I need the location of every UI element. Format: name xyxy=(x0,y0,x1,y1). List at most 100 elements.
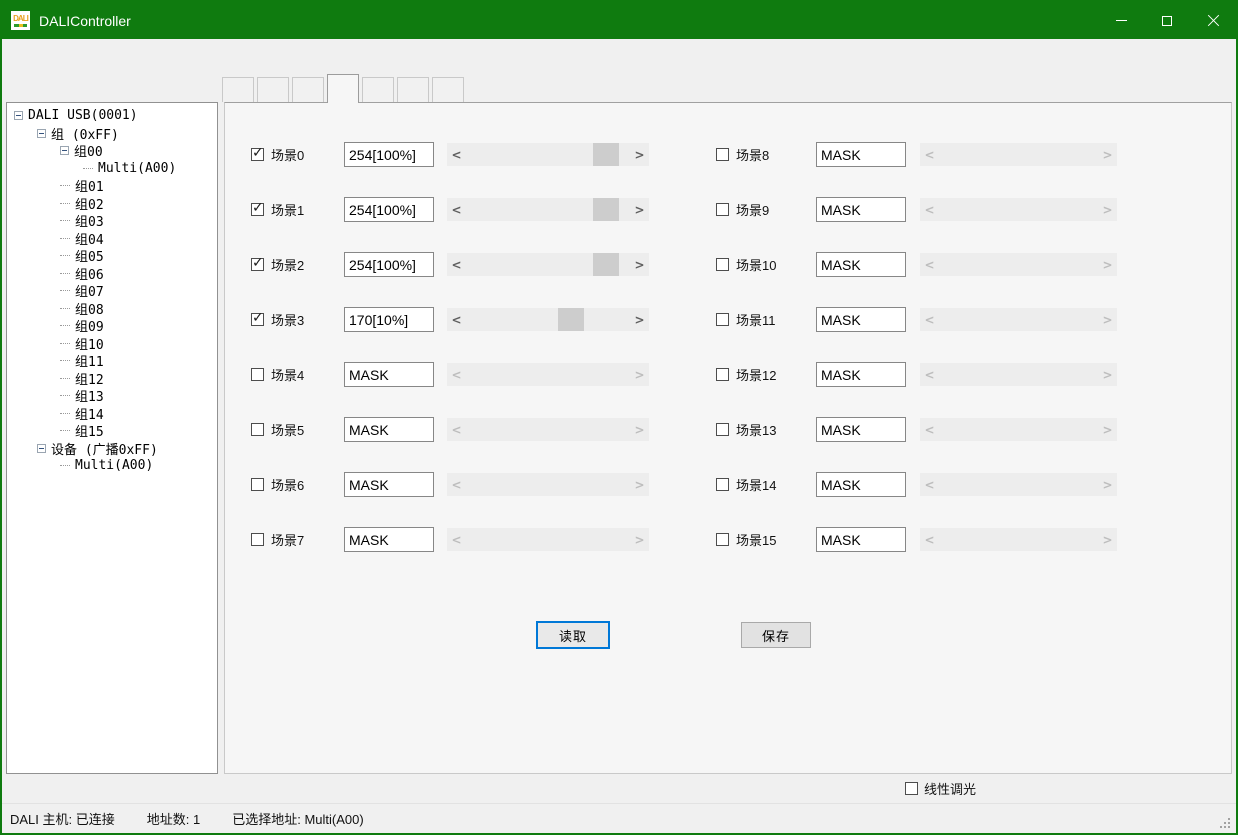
scene-value-input[interactable] xyxy=(816,307,906,332)
scene-checkbox[interactable]: ✓ xyxy=(251,478,264,491)
titlebar[interactable]: DALI DALIController xyxy=(2,2,1236,39)
tab[interactable] xyxy=(222,77,254,102)
scrollbar-track[interactable] xyxy=(939,528,1098,551)
scene-checkbox[interactable]: ✓ xyxy=(251,313,264,326)
maximize-button[interactable] xyxy=(1144,2,1190,39)
save-button[interactable]: 保存 xyxy=(741,622,811,648)
scene-value-input[interactable] xyxy=(816,362,906,387)
scene-checkbox[interactable]: ✓ xyxy=(251,533,264,546)
scroll-left-arrow-icon[interactable]: < xyxy=(447,253,466,276)
tree-item[interactable]: 组 (0xFF) xyxy=(7,125,217,143)
tab[interactable] xyxy=(327,74,359,103)
scrollbar-track[interactable] xyxy=(939,143,1098,166)
scroll-left-arrow-icon[interactable]: < xyxy=(920,143,939,166)
scroll-right-arrow-icon[interactable]: > xyxy=(1098,253,1117,276)
linear-dimming-checkbox[interactable] xyxy=(905,782,918,795)
scrollbar-thumb[interactable] xyxy=(593,198,619,221)
scene-checkbox[interactable]: ✓ xyxy=(251,203,264,216)
tab[interactable] xyxy=(397,77,429,102)
scene-level-scrollbar[interactable]: < > xyxy=(447,528,649,551)
tree-expander-icon[interactable] xyxy=(60,325,70,326)
scrollbar-track[interactable] xyxy=(466,308,630,331)
scene-checkbox[interactable]: ✓ xyxy=(716,368,729,381)
tree-item[interactable]: 组14 xyxy=(7,405,217,423)
tree-item[interactable]: 组08 xyxy=(7,300,217,318)
scene-checkbox[interactable]: ✓ xyxy=(251,423,264,436)
scroll-right-arrow-icon[interactable]: > xyxy=(630,198,649,221)
scroll-right-arrow-icon[interactable]: > xyxy=(630,418,649,441)
scroll-right-arrow-icon[interactable]: > xyxy=(1098,473,1117,496)
tree-expander-icon[interactable] xyxy=(60,430,70,431)
tree-item[interactable]: 组01 xyxy=(7,177,217,195)
scroll-left-arrow-icon[interactable]: < xyxy=(920,363,939,386)
tree-expander-icon[interactable] xyxy=(60,255,70,256)
scroll-left-arrow-icon[interactable]: < xyxy=(447,473,466,496)
scene-level-scrollbar[interactable]: < > xyxy=(447,473,649,496)
scene-level-scrollbar[interactable]: < > xyxy=(447,253,649,276)
scene-level-scrollbar[interactable]: < > xyxy=(920,253,1117,276)
tree-expander-icon[interactable] xyxy=(60,290,70,291)
tab[interactable] xyxy=(257,77,289,102)
scene-level-scrollbar[interactable]: < > xyxy=(920,473,1117,496)
scroll-left-arrow-icon[interactable]: < xyxy=(447,198,466,221)
scroll-right-arrow-icon[interactable]: > xyxy=(1098,363,1117,386)
device-tree[interactable]: DALI USB(0001) 组 (0xFF) 组00 Multi(A00) 组… xyxy=(6,102,218,774)
tree-item[interactable]: 组13 xyxy=(7,387,217,405)
tree-item[interactable]: 组02 xyxy=(7,195,217,213)
scroll-right-arrow-icon[interactable]: > xyxy=(630,473,649,496)
scene-value-input[interactable] xyxy=(344,252,434,277)
scrollbar-track[interactable] xyxy=(466,418,630,441)
tree-expander-icon[interactable] xyxy=(60,185,70,186)
scene-value-input[interactable] xyxy=(816,417,906,442)
menu-item[interactable] xyxy=(36,39,66,73)
tree-item[interactable]: 组12 xyxy=(7,370,217,388)
scene-level-scrollbar[interactable]: < > xyxy=(920,363,1117,386)
scene-checkbox[interactable]: ✓ xyxy=(716,423,729,436)
scene-level-scrollbar[interactable]: < > xyxy=(920,418,1117,441)
tree-expander-icon[interactable] xyxy=(60,203,70,204)
scroll-left-arrow-icon[interactable]: < xyxy=(920,308,939,331)
scene-value-input[interactable] xyxy=(344,142,434,167)
scrollbar-track[interactable] xyxy=(939,308,1098,331)
scroll-right-arrow-icon[interactable]: > xyxy=(1098,418,1117,441)
scroll-left-arrow-icon[interactable]: < xyxy=(447,418,466,441)
scene-checkbox[interactable]: ✓ xyxy=(716,533,729,546)
scene-level-scrollbar[interactable]: < > xyxy=(447,198,649,221)
tree-expander-icon[interactable] xyxy=(60,395,70,396)
scene-value-input[interactable] xyxy=(816,472,906,497)
scroll-right-arrow-icon[interactable]: > xyxy=(1098,198,1117,221)
tree-expander-icon[interactable] xyxy=(60,378,70,379)
tab[interactable] xyxy=(362,77,394,102)
tree-expander-icon[interactable] xyxy=(60,465,70,466)
tree-item[interactable]: 设备 (广播0xFF) xyxy=(7,440,217,458)
scroll-right-arrow-icon[interactable]: > xyxy=(1098,528,1117,551)
scrollbar-thumb[interactable] xyxy=(593,253,619,276)
tree-expander-icon[interactable] xyxy=(60,146,69,155)
scroll-left-arrow-icon[interactable]: < xyxy=(447,528,466,551)
tree-expander-icon[interactable] xyxy=(60,238,70,239)
scene-value-input[interactable] xyxy=(344,362,434,387)
scene-checkbox[interactable]: ✓ xyxy=(716,148,729,161)
scene-level-scrollbar[interactable]: < > xyxy=(920,143,1117,166)
scroll-right-arrow-icon[interactable]: > xyxy=(630,528,649,551)
resize-grip[interactable] xyxy=(1220,817,1231,828)
scrollbar-thumb[interactable] xyxy=(593,143,619,166)
scene-value-input[interactable] xyxy=(344,527,434,552)
scrollbar-track[interactable] xyxy=(939,363,1098,386)
tree-expander-icon[interactable] xyxy=(60,343,70,344)
scroll-left-arrow-icon[interactable]: < xyxy=(920,253,939,276)
scene-level-scrollbar[interactable]: < > xyxy=(447,363,649,386)
tree-expander-icon[interactable] xyxy=(37,444,46,453)
tree-item[interactable]: 组10 xyxy=(7,335,217,353)
tree-expander-icon[interactable] xyxy=(60,308,70,309)
tree-item[interactable]: 组09 xyxy=(7,317,217,335)
tree-item[interactable]: 组00 xyxy=(7,142,217,160)
scene-checkbox[interactable]: ✓ xyxy=(251,148,264,161)
scroll-right-arrow-icon[interactable]: > xyxy=(630,253,649,276)
scroll-left-arrow-icon[interactable]: < xyxy=(447,363,466,386)
scroll-left-arrow-icon[interactable]: < xyxy=(920,528,939,551)
tab[interactable] xyxy=(292,77,324,102)
scrollbar-track[interactable] xyxy=(939,473,1098,496)
scene-value-input[interactable] xyxy=(344,307,434,332)
scroll-right-arrow-icon[interactable]: > xyxy=(630,363,649,386)
